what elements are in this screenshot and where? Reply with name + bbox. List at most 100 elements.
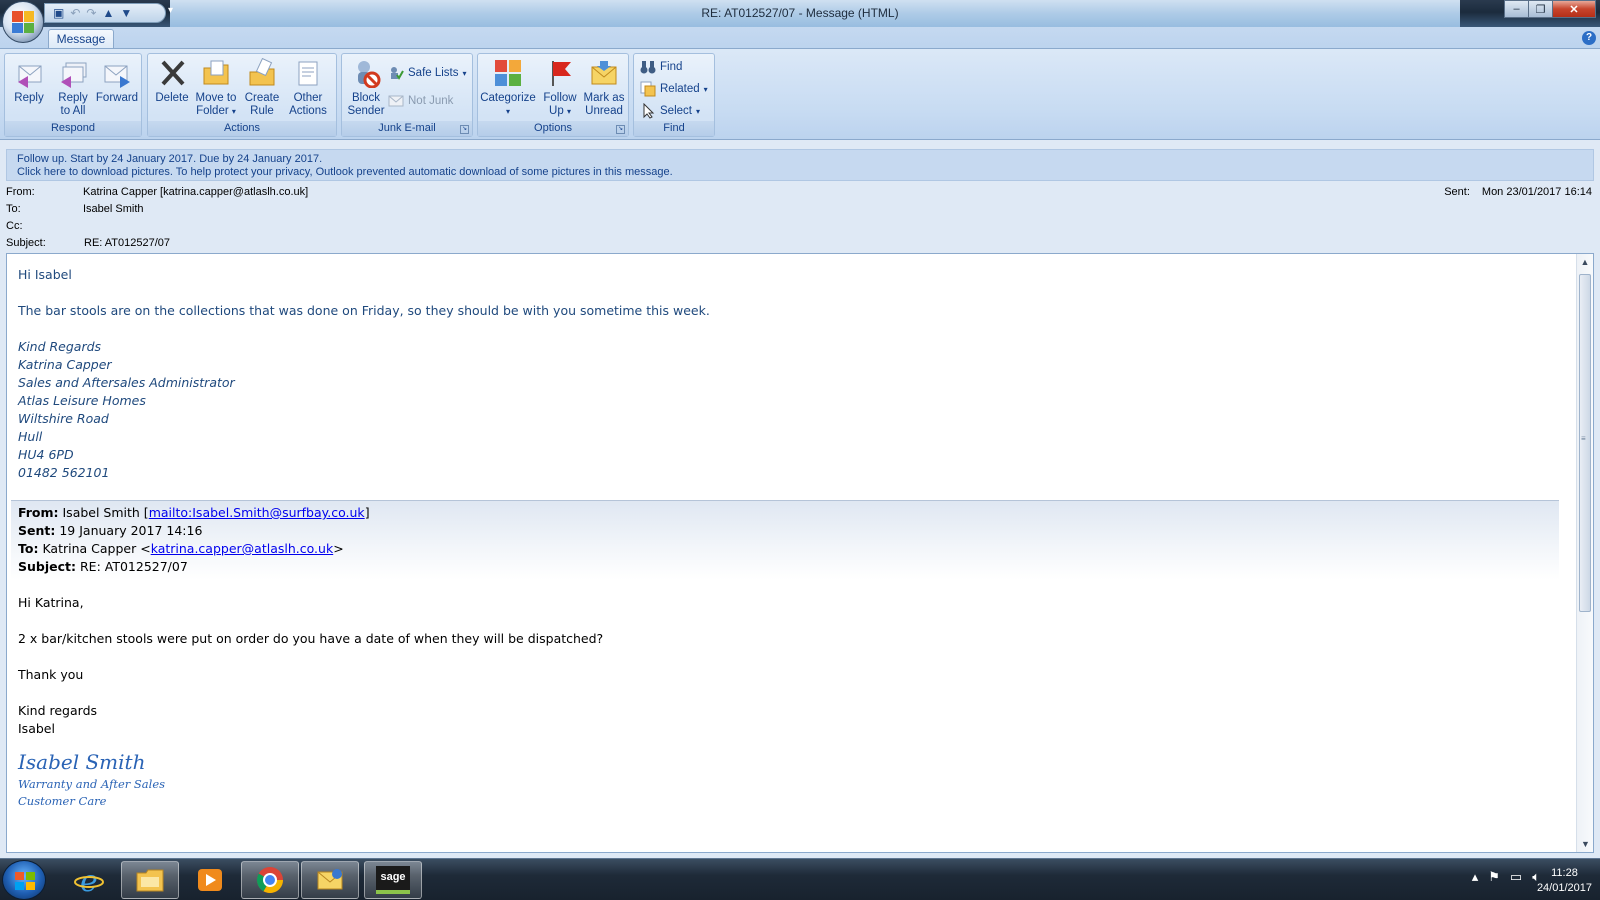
block-sender-button[interactable]: Block Sender	[344, 57, 388, 119]
message-body[interactable]: Hi Isabel The bar stools are on the coll…	[6, 253, 1594, 853]
show-hidden-icons-icon[interactable]: ▴	[1472, 869, 1479, 885]
reply-all-button[interactable]: Reply to All	[51, 57, 95, 119]
save-icon[interactable]: ▣	[53, 7, 64, 19]
folder-icon	[200, 57, 232, 89]
redo-icon[interactable]: ↷	[86, 7, 96, 19]
info-bar[interactable]: Follow up. Start by 24 January 2017. Due…	[6, 149, 1594, 181]
file-explorer-icon[interactable]	[121, 861, 179, 899]
follow-up-button[interactable]: Follow Up ▾	[538, 57, 582, 119]
title-bar: RE: AT012527/07 - Message (HTML) – ❐ ✕	[0, 0, 1600, 27]
quoted-regards: Kind regards	[18, 703, 98, 718]
reply-text: The bar stools are on the collections th…	[18, 303, 710, 318]
delete-icon	[156, 57, 188, 89]
signature-line: Katrina Capper	[18, 357, 112, 372]
office-button[interactable]	[2, 1, 44, 43]
chrome-icon[interactable]	[241, 861, 299, 899]
respond-group: Reply Reply to All Forward Respond	[4, 53, 142, 137]
undo-icon[interactable]: ↶	[70, 7, 80, 19]
scroll-up-icon[interactable]: ▲	[1577, 254, 1593, 270]
find-group: Find Related ▾ Select ▾ Find	[633, 53, 715, 137]
network-icon[interactable]: ▭	[1510, 869, 1522, 885]
options-dialog-launcher-icon[interactable]: ↘	[616, 125, 625, 134]
related-button[interactable]: Related ▾	[640, 80, 708, 98]
sent-value: Mon 23/01/2017 16:14	[1481, 186, 1592, 198]
respond-group-label: Respond	[5, 121, 141, 136]
system-tray: ▴ ⚑ ▭ 🔈︎	[1472, 869, 1540, 885]
sage-icon: sage	[376, 866, 410, 894]
quoted-thanks: Thank you	[18, 667, 84, 682]
ribbon: Reply Reply to All Forward Respond Delet…	[0, 48, 1600, 140]
signature-line: Atlas Leisure Homes	[18, 393, 146, 408]
forward-button[interactable]: Forward	[95, 57, 139, 119]
create-rule-button[interactable]: Create Rule	[240, 57, 284, 119]
download-pictures-link[interactable]: Click here to download pictures. To help…	[17, 166, 1583, 179]
close-button[interactable]: ✕	[1552, 0, 1596, 18]
to-value[interactable]: Isabel Smith	[83, 203, 144, 215]
quoted-greeting: Hi Katrina,	[18, 595, 84, 610]
from-value[interactable]: Katrina Capper [katrina.capper@atlaslh.c…	[83, 186, 308, 198]
subject-value: RE: AT012527/07	[84, 237, 171, 249]
quoted-from-link[interactable]: mailto:Isabel.Smith@surfbay.co.uk	[149, 505, 365, 520]
window-title: RE: AT012527/07 - Message (HTML)	[701, 6, 899, 20]
signature-line: Wiltshire Road	[18, 411, 109, 426]
restore-button[interactable]: ❐	[1528, 0, 1553, 18]
action-center-flag-icon[interactable]: ⚑	[1488, 869, 1500, 885]
minimize-button[interactable]: –	[1504, 0, 1529, 18]
binoculars-icon	[640, 59, 656, 75]
media-player-icon[interactable]	[181, 861, 239, 899]
select-button[interactable]: Select ▾	[640, 102, 700, 120]
mark-as-unread-button[interactable]: Mark as Unread	[582, 57, 626, 119]
other-actions-button[interactable]: Other Actions ▾	[286, 57, 330, 129]
clock[interactable]: 11:28 24/01/2017	[1537, 866, 1592, 896]
previous-icon[interactable]: ▲	[102, 7, 114, 19]
not-junk-icon	[388, 93, 404, 109]
delete-button[interactable]: Delete	[150, 57, 194, 119]
forward-icon	[101, 57, 133, 89]
scroll-thumb[interactable]	[1579, 274, 1591, 612]
categorize-button[interactable]: Categorize ▾	[480, 57, 536, 119]
scroll-grip-icon: ≡	[1581, 434, 1586, 443]
customize-toolbar-icon[interactable]: ▾	[168, 5, 173, 16]
related-icon	[640, 81, 656, 97]
categorize-icon	[492, 57, 524, 89]
quoted-to: To: Katrina Capper <katrina.capper@atlas…	[18, 541, 344, 556]
scroll-down-icon[interactable]: ▼	[1577, 836, 1593, 852]
junk-dialog-launcher-icon[interactable]: ↘	[460, 125, 469, 134]
sage-app[interactable]: sage	[364, 861, 422, 899]
cursor-icon	[640, 103, 656, 119]
other-actions-icon	[292, 57, 324, 89]
options-group-label: Options	[478, 121, 628, 136]
reply-all-icon	[57, 57, 89, 89]
help-icon[interactable]: ?	[1582, 31, 1596, 45]
signature-name: Isabel Smith	[18, 750, 146, 774]
flag-icon	[544, 57, 576, 89]
start-button[interactable]	[2, 860, 46, 900]
next-icon[interactable]: ▼	[120, 7, 132, 19]
quoted-sent: Sent: 19 January 2017 14:16	[18, 523, 203, 538]
safe-lists-button[interactable]: Safe Lists ▾	[388, 64, 467, 82]
vertical-scrollbar[interactable]: ▲ ≡ ▼	[1576, 254, 1593, 852]
quoted-body: 2 x bar/kitchen stools were put on order…	[18, 631, 604, 646]
ribbon-tab-row: Message ?	[0, 27, 1600, 50]
junk-email-group-label: Junk E-mail	[342, 121, 472, 136]
tab-message[interactable]: Message	[48, 29, 114, 50]
signature-line: Sales and Aftersales Administrator	[18, 375, 235, 390]
outlook-icon[interactable]	[301, 861, 359, 899]
follow-up-info: Follow up. Start by 24 January 2017. Due…	[17, 153, 323, 165]
reply-button[interactable]: Reply	[7, 57, 51, 119]
quoted-name: Isabel	[18, 721, 55, 736]
find-button[interactable]: Find	[640, 58, 682, 76]
office-logo-icon	[12, 11, 34, 33]
actions-group: Delete Move to Folder ▾ Create Rule Othe…	[147, 53, 337, 137]
find-group-label: Find	[634, 121, 714, 136]
reply-icon	[13, 57, 45, 89]
clock-date: 24/01/2017	[1536, 882, 1592, 894]
greeting: Hi Isabel	[18, 267, 72, 282]
quoted-to-link[interactable]: katrina.capper@atlaslh.co.uk	[151, 541, 334, 556]
move-to-folder-button[interactable]: Move to Folder ▾	[194, 57, 238, 119]
clock-time: 11:28	[1551, 867, 1578, 879]
signature-line: Hull	[18, 429, 43, 444]
internet-explorer-icon[interactable]: e	[60, 861, 118, 899]
signature-line: Kind Regards	[18, 339, 102, 354]
sent-header: Sent: Mon 23/01/2017 16:14	[1444, 186, 1592, 198]
